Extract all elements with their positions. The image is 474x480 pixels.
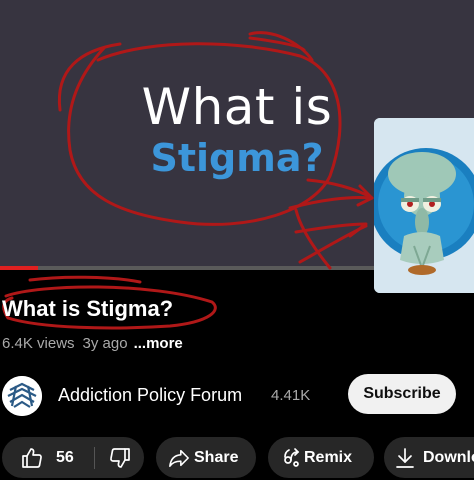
share-label: Share	[194, 449, 239, 466]
like-count[interactable]: 56	[56, 449, 74, 467]
like-divider	[94, 447, 95, 469]
remix-icon	[284, 448, 300, 467]
video-meta[interactable]: 6.4K views 3y ago ...more	[2, 335, 183, 352]
video-title[interactable]: What is Stigma?	[2, 296, 173, 322]
channel-name[interactable]: Addiction Policy Forum	[58, 385, 242, 406]
channel-avatar[interactable]	[2, 376, 42, 416]
more-link[interactable]: ...more	[134, 335, 183, 352]
subscriber-count: 4.41K	[271, 387, 311, 404]
upload-age: 3y ago	[82, 335, 128, 352]
view-count: 6.4K views	[2, 335, 75, 352]
like-dislike-group: 56	[2, 437, 144, 478]
download-button[interactable]: Downlo	[384, 437, 474, 478]
video-progress-fill	[0, 266, 38, 270]
download-label: Downlo	[423, 449, 474, 466]
download-icon	[396, 448, 414, 468]
remix-label: Remix	[304, 449, 353, 466]
character-sticker-image	[374, 118, 474, 293]
subscribe-button[interactable]: Subscribe	[348, 374, 456, 414]
share-arrow-icon	[169, 449, 189, 468]
remix-button[interactable]: Remix	[268, 437, 374, 478]
share-button[interactable]: Share	[156, 437, 256, 478]
